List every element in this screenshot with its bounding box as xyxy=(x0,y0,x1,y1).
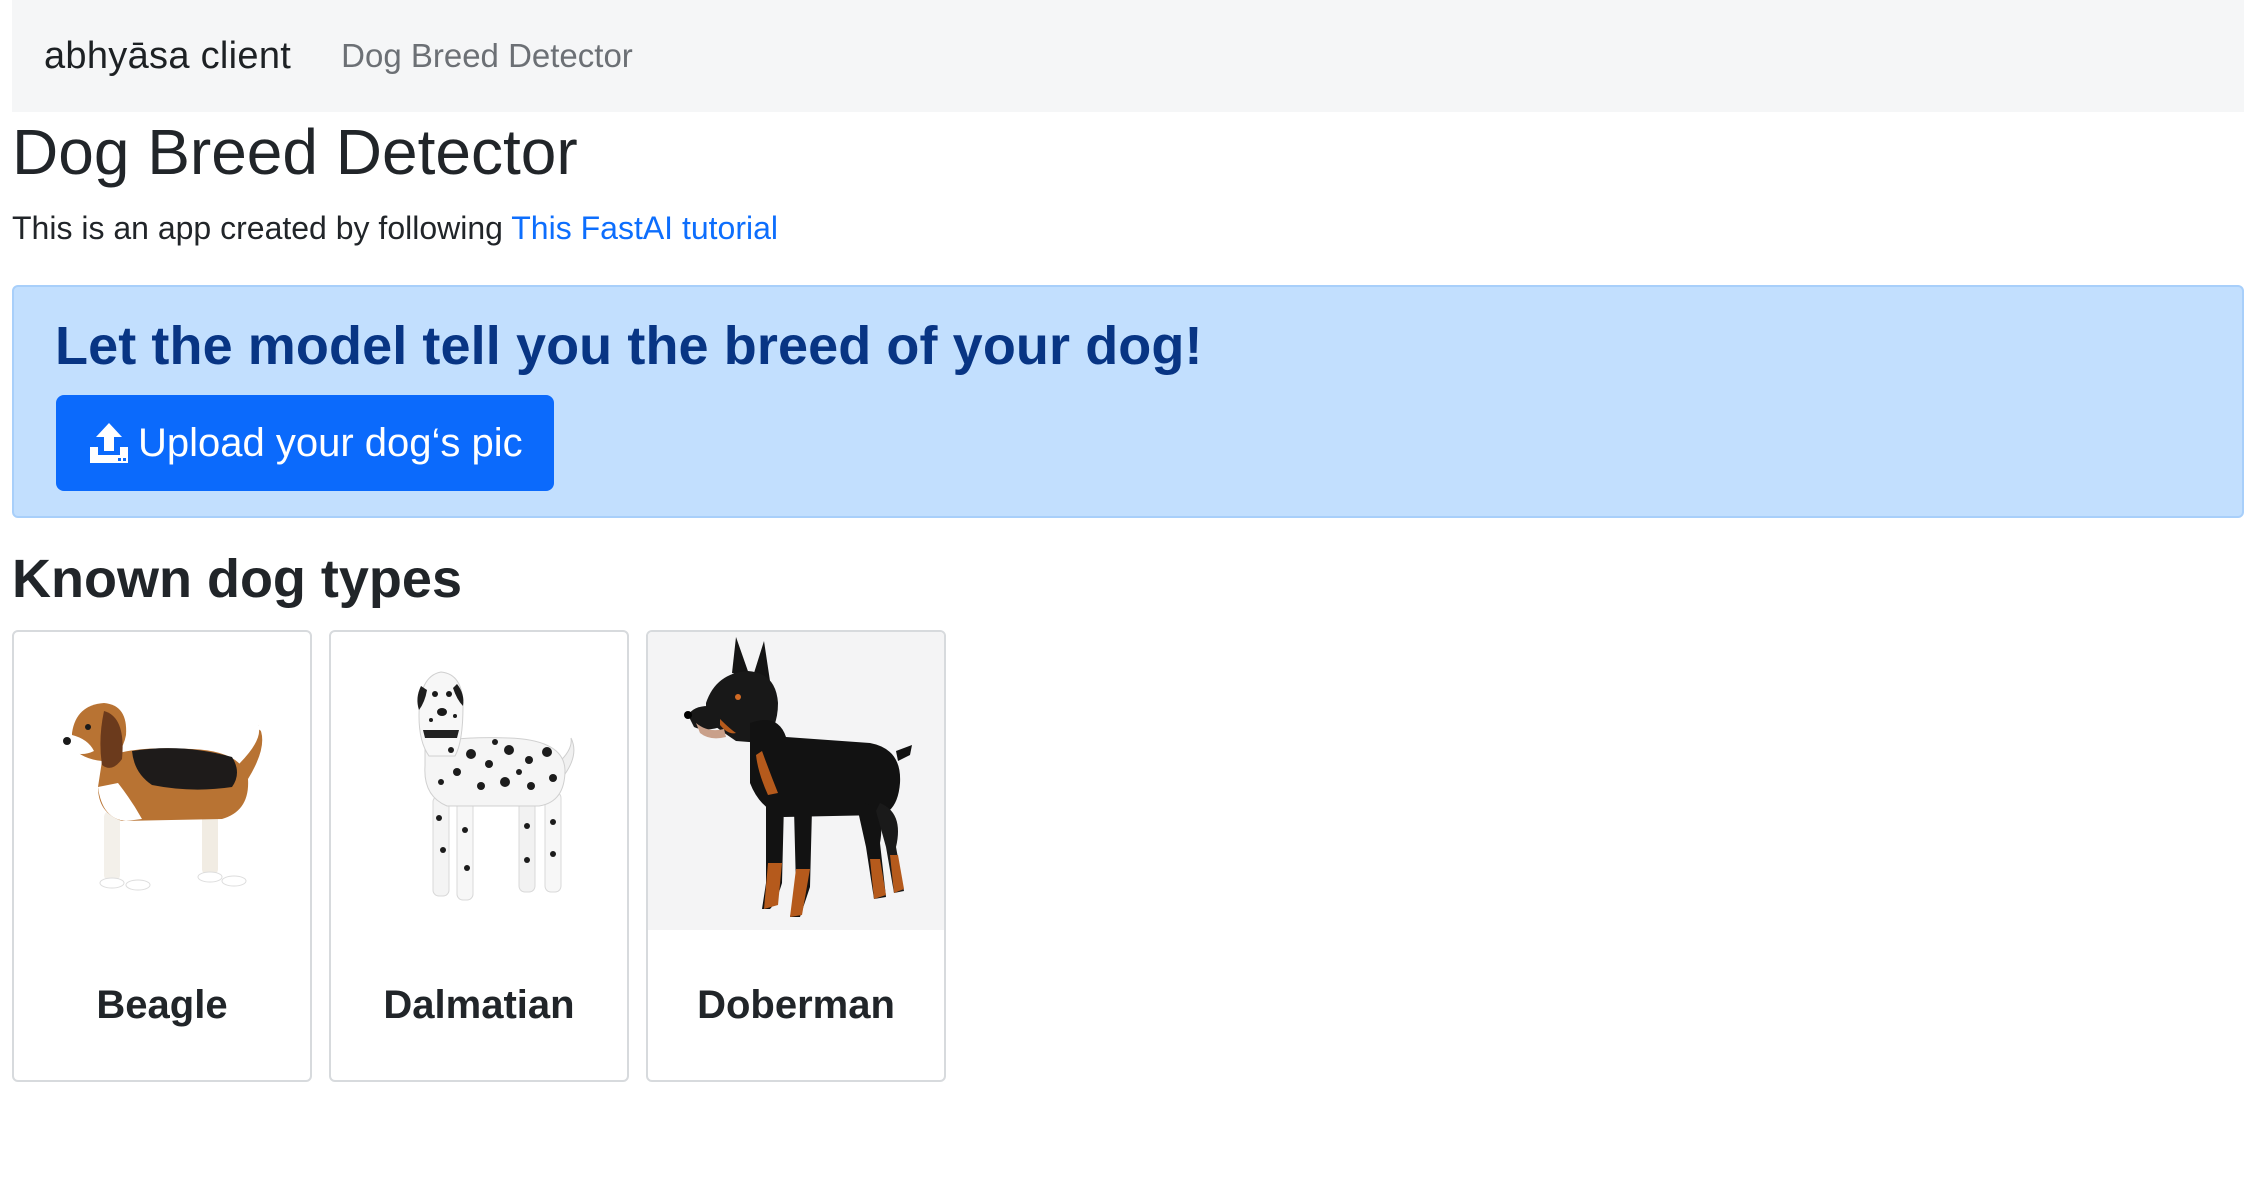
upload-icon xyxy=(88,421,130,465)
card-doberman[interactable]: Doberman xyxy=(646,630,946,1082)
card-dalmatian[interactable]: Dalmatian xyxy=(329,630,629,1082)
page: abhyāsa client Dog Breed Detector Dog Br… xyxy=(0,0,2256,1202)
callout-title: Let the model tell you the breed of your… xyxy=(55,316,1203,376)
page-title: Dog Breed Detector xyxy=(12,116,578,188)
fastai-tutorial-link[interactable]: This FastAI tutorial xyxy=(511,210,778,246)
doberman-photo xyxy=(648,632,944,930)
card-beagle[interactable]: Beagle xyxy=(12,630,312,1082)
navbar-brand[interactable]: abhyāsa client xyxy=(44,35,291,78)
upload-button-label: Upload your dog‘s pic xyxy=(138,420,523,465)
dalmatian-photo xyxy=(331,632,627,930)
card-title-dalmatian: Dalmatian xyxy=(383,982,575,1027)
intro-paragraph: This is an app created by following This… xyxy=(12,210,778,247)
card-title-doberman: Doberman xyxy=(697,982,895,1027)
navbar: abhyāsa client Dog Breed Detector xyxy=(12,0,2244,112)
known-dog-types-heading: Known dog types xyxy=(12,549,462,609)
nav-link-dog-breed-detector[interactable]: Dog Breed Detector xyxy=(341,37,633,75)
beagle-photo xyxy=(14,632,310,930)
intro-text: This is an app created by following xyxy=(12,210,512,246)
dog-cards: Beagle Dalmatian Doberman xyxy=(12,630,946,1082)
upload-button[interactable]: Upload your dog‘s pic xyxy=(56,395,554,491)
card-title-beagle: Beagle xyxy=(96,982,228,1027)
upload-callout: Let the model tell you the breed of your… xyxy=(12,285,2244,518)
